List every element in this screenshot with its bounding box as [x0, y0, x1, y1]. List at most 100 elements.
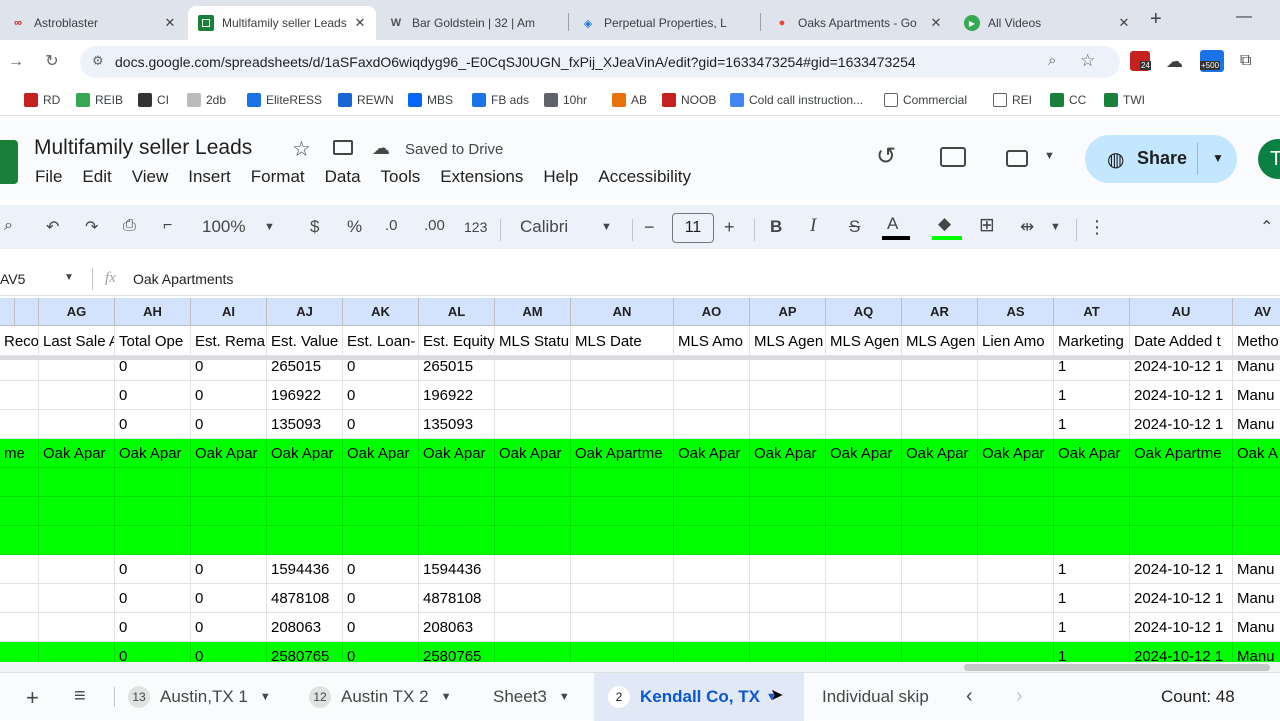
all-sheets-menu-icon[interactable]: ≡: [74, 685, 86, 708]
column-header[interactable]: AN: [571, 298, 674, 326]
grid-cell[interactable]: 1594436: [419, 555, 495, 584]
grid-cell[interactable]: [39, 410, 115, 439]
cell-partial[interactable]: [0, 381, 39, 410]
grid-cell[interactable]: [750, 584, 826, 613]
browser-tab-4[interactable]: ● Oaks Apartments - Go ✕: [764, 6, 952, 40]
minimize-icon[interactable]: —: [1236, 8, 1252, 26]
comments-icon[interactable]: [940, 147, 966, 167]
grid-cell[interactable]: 0: [191, 584, 267, 613]
grid-cell[interactable]: [571, 381, 674, 410]
menu-accessibility[interactable]: Accessibility: [598, 167, 691, 187]
menu-help[interactable]: Help: [543, 167, 578, 187]
grid-cell[interactable]: [902, 584, 978, 613]
bookmark-item[interactable]: 10hr: [544, 91, 587, 109]
grid-cell[interactable]: [826, 555, 902, 584]
grid-cell[interactable]: [750, 497, 826, 526]
grid-cell[interactable]: [495, 584, 571, 613]
grid-cell[interactable]: 2024-10-12 1: [1130, 613, 1233, 642]
grid-cell[interactable]: Manu: [1233, 584, 1280, 613]
grid-cell[interactable]: Oak Apar: [978, 439, 1054, 468]
sheet-tab-dropdown-icon[interactable]: ▼: [559, 691, 570, 703]
grid-cell[interactable]: 135093: [267, 410, 343, 439]
grid-cell[interactable]: [495, 526, 571, 555]
grid-cell[interactable]: [978, 381, 1054, 410]
grid-cell[interactable]: 2024-10-12 1: [1130, 555, 1233, 584]
grid-cell[interactable]: [902, 526, 978, 555]
percent-button[interactable]: %: [347, 217, 362, 237]
site-info-icon[interactable]: ⚙: [92, 53, 104, 69]
bookmark-item[interactable]: CC: [1050, 91, 1086, 109]
extension-red-icon[interactable]: 24: [1130, 51, 1151, 71]
grid-cell[interactable]: Manu: [1233, 381, 1280, 410]
grid-cell[interactable]: [419, 497, 495, 526]
browser-tab-2[interactable]: W Bar Goldstein | 32 | Am: [378, 6, 566, 40]
name-box[interactable]: AV5: [0, 271, 25, 287]
sheet-tab-dropdown-icon[interactable]: ▼: [260, 691, 271, 703]
bookmark-item[interactable]: FB ads: [472, 91, 529, 109]
grid-cell[interactable]: [750, 468, 826, 497]
grid-cell[interactable]: Oak Apar: [115, 439, 191, 468]
grid-cell[interactable]: [902, 497, 978, 526]
grid-cell[interactable]: [571, 613, 674, 642]
menu-edit[interactable]: Edit: [82, 167, 111, 187]
reload-icon[interactable]: ↻: [40, 50, 64, 74]
grid-cell[interactable]: [1130, 526, 1233, 555]
grid-cell[interactable]: [343, 526, 419, 555]
cell-partial[interactable]: [0, 526, 39, 555]
grid-cell[interactable]: Manu: [1233, 613, 1280, 642]
grid-cell[interactable]: [826, 381, 902, 410]
grid-cell[interactable]: [826, 584, 902, 613]
forward-icon[interactable]: →: [4, 50, 28, 74]
grid-cell[interactable]: [495, 381, 571, 410]
frozen-row-divider[interactable]: [0, 356, 1280, 360]
grid-cell[interactable]: 1: [1054, 381, 1130, 410]
column-header[interactable]: AP: [750, 298, 826, 326]
zoom-icon[interactable]: ⌕: [1048, 52, 1056, 69]
grid-cell[interactable]: 1: [1054, 584, 1130, 613]
grid-cell[interactable]: 0: [343, 381, 419, 410]
scroll-tabs-left-icon[interactable]: ‹: [966, 685, 973, 708]
grid-cell[interactable]: Oak Apar: [419, 439, 495, 468]
grid-cell[interactable]: [1054, 497, 1130, 526]
grid-cell[interactable]: [902, 555, 978, 584]
grid-cell[interactable]: [978, 613, 1054, 642]
grid-cell[interactable]: [978, 468, 1054, 497]
grid-cell[interactable]: [571, 555, 674, 584]
collapse-menus-icon[interactable]: ⌃: [1260, 217, 1273, 237]
bookmark-item[interactable]: RD: [24, 91, 60, 109]
grid-cell[interactable]: [674, 526, 750, 555]
column-header[interactable]: AK: [343, 298, 419, 326]
grid-cell[interactable]: [978, 584, 1054, 613]
column-header[interactable]: AV: [1233, 298, 1280, 326]
spreadsheet-grid[interactable]: AG AH AI AJ AK AL AM AN AO AP AQ AR AS A…: [0, 298, 1280, 672]
close-tab-icon[interactable]: ✕: [350, 15, 370, 31]
redo-icon[interactable]: ↷: [85, 217, 98, 237]
grid-cell[interactable]: [495, 613, 571, 642]
bookmark-folder[interactable]: REI: [993, 91, 1032, 109]
font-select[interactable]: Calibri: [520, 217, 568, 237]
grid-cell[interactable]: [750, 555, 826, 584]
browser-tab-3[interactable]: ◈ Perpetual Properties, L: [570, 6, 758, 40]
grid-cell[interactable]: [191, 497, 267, 526]
grid-cell[interactable]: [115, 526, 191, 555]
grid-cell[interactable]: 1594436: [267, 555, 343, 584]
grid-cell[interactable]: [750, 526, 826, 555]
sheet-tab-austin-tx-2[interactable]: 12 Austin TX 2 ▼: [309, 673, 451, 721]
bookmark-item[interactable]: NOOB: [662, 91, 716, 109]
grid-cell[interactable]: [1054, 526, 1130, 555]
grid-cell[interactable]: [674, 468, 750, 497]
extension-blue-icon[interactable]: +500: [1200, 50, 1224, 72]
bookmark-item[interactable]: MBS: [408, 91, 453, 109]
grid-cell[interactable]: [826, 613, 902, 642]
grid-cell[interactable]: [39, 613, 115, 642]
font-dropdown-icon[interactable]: ▼: [601, 221, 612, 233]
grid-cell[interactable]: 0: [191, 555, 267, 584]
grid-cell[interactable]: [750, 381, 826, 410]
grid-cell[interactable]: 0: [343, 613, 419, 642]
bookmark-item[interactable]: REWN: [338, 91, 394, 109]
column-header[interactable]: AJ: [267, 298, 343, 326]
cell-partial[interactable]: me: [0, 439, 39, 468]
share-button[interactable]: ◍ Share ▼: [1085, 135, 1237, 183]
grid-cell[interactable]: [674, 410, 750, 439]
currency-button[interactable]: $: [310, 217, 319, 237]
